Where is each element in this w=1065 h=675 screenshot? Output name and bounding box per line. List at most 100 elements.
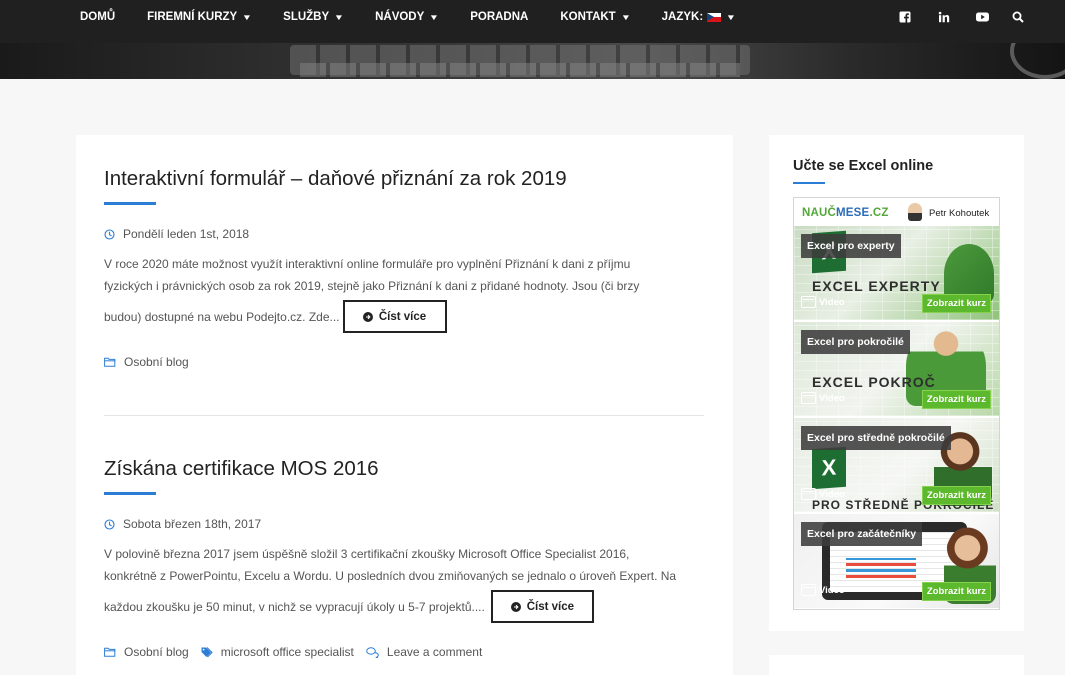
sidebar-title: Učte se Excel online bbox=[793, 158, 934, 174]
video-badge: Video bbox=[801, 488, 845, 500]
course-card-zacatecniky[interactable]: Excel pro začátečníky Video Zobrazit kur… bbox=[794, 514, 999, 608]
naucmese-logo[interactable]: NAUČMESE.CZ bbox=[802, 207, 889, 219]
nav-label: KONTAKT bbox=[560, 11, 616, 23]
course-label: Excel pro středně pokročilé bbox=[801, 426, 951, 450]
post-title[interactable]: Získána certifikace MOS 2016 bbox=[104, 457, 704, 481]
tag-label: microsoft office specialist bbox=[220, 645, 354, 659]
main-menu: DOMŮ FIREMNÍ KURZY ▼ SLUŽBY ▼ NÁVODY ▼ PORA… bbox=[80, 0, 767, 34]
nav-item-firemni-kurzy[interactable]: FIREMNÍ KURZY ▼ bbox=[147, 11, 253, 23]
nav-item-kontakt[interactable]: KONTAKT ▼ bbox=[560, 11, 631, 23]
title-underline bbox=[104, 492, 156, 495]
excerpt-line: každou zkoušku je 50 minut, v nichž se v… bbox=[104, 599, 485, 614]
course-label: Excel pro pokročilé bbox=[801, 330, 910, 354]
post-excerpt: V roce 2020 máte možnost využít interakt… bbox=[104, 254, 704, 297]
nav-label: DOMŮ bbox=[80, 11, 116, 23]
nav-label: FIREMNÍ KURZY bbox=[147, 11, 238, 23]
nav-item-navody[interactable]: NÁVODY ▼ bbox=[375, 11, 440, 23]
folder-icon bbox=[104, 647, 116, 657]
sidebar-widget: Učte se Excel online NAUČMESE.CZ Petr Ko… bbox=[769, 135, 1024, 631]
title-underline bbox=[104, 202, 156, 205]
show-course-button[interactable]: Zobrazit kurz bbox=[921, 582, 991, 601]
video-icon bbox=[801, 392, 816, 404]
nav-item-sluzby[interactable]: SLUŽBY ▼ bbox=[283, 11, 345, 23]
clock-icon bbox=[104, 228, 115, 240]
blog-post: Získána certifikace MOS 2016 Sobota břez… bbox=[104, 457, 704, 659]
post-comment-link[interactable]: Leave a comment bbox=[366, 645, 482, 659]
post-excerpt: V polovině března 2017 jsem úspěšně slož… bbox=[104, 544, 704, 587]
search-icon[interactable] bbox=[1012, 11, 1024, 23]
clock-icon bbox=[104, 518, 115, 530]
chevron-down-icon: ▼ bbox=[242, 12, 253, 22]
tags-icon bbox=[201, 646, 213, 657]
show-course-button[interactable]: Zobrazit kurz bbox=[921, 486, 991, 505]
chevron-down-icon: ▼ bbox=[429, 12, 440, 22]
coffee-cup-image bbox=[1010, 43, 1065, 79]
nav-item-domu[interactable]: DOMŮ bbox=[80, 11, 115, 23]
blog-post-list: Interaktivní formulář – daňové přiznání … bbox=[76, 135, 733, 675]
czech-flag-icon bbox=[707, 12, 722, 22]
post-category[interactable]: Osobní blog bbox=[104, 645, 189, 659]
comments-icon bbox=[366, 646, 379, 658]
post-footer-meta: Osobní blog bbox=[104, 355, 704, 369]
post-footer-meta: Osobní blog microsoft office specialist … bbox=[104, 645, 704, 659]
read-more-label: Číst více bbox=[526, 600, 575, 613]
chevron-down-icon: ▼ bbox=[620, 12, 631, 22]
video-icon bbox=[801, 584, 816, 596]
course-banner-text: EXCEL EXPERTY bbox=[812, 278, 941, 294]
youtube-icon[interactable] bbox=[976, 11, 989, 23]
blog-post: Interaktivní formulář – daňové přiznání … bbox=[104, 167, 704, 369]
video-badge: Video bbox=[801, 296, 845, 308]
post-date-text: Pondělí leden 1st, 2018 bbox=[123, 227, 250, 241]
video-badge: Video bbox=[801, 392, 845, 404]
hero-banner-image bbox=[0, 43, 1065, 79]
nav-item-language[interactable]: JAZYK: ▼ bbox=[661, 11, 737, 23]
post-category[interactable]: Osobní blog bbox=[104, 355, 189, 369]
video-badge: Video bbox=[801, 584, 845, 596]
excerpt-line: budou) dostupné na webu Podejto.cz. Zde.… bbox=[104, 309, 340, 324]
show-course-button[interactable]: Zobrazit kurz bbox=[921, 294, 991, 313]
course-banner-text: EXCEL POKROČ bbox=[812, 374, 936, 390]
post-date: Sobota březen 18th, 2017 bbox=[104, 517, 704, 531]
post-title[interactable]: Interaktivní formulář – daňové přiznání … bbox=[104, 167, 704, 191]
read-more-label: Číst více bbox=[378, 310, 427, 323]
chevron-down-icon: ▼ bbox=[725, 12, 737, 22]
post-tag[interactable]: microsoft office specialist bbox=[201, 645, 354, 659]
excel-logo-icon: X bbox=[812, 446, 846, 490]
show-course-button[interactable]: Zobrazit kurz bbox=[921, 390, 991, 409]
keyboard-image-row bbox=[300, 63, 740, 77]
arrow-right-circle-icon bbox=[510, 601, 521, 612]
video-icon bbox=[801, 488, 816, 500]
video-icon bbox=[801, 296, 816, 308]
category-label: Osobní blog bbox=[124, 355, 189, 369]
language-label: JAZYK: bbox=[661, 11, 704, 23]
arrow-right-circle-icon bbox=[362, 311, 373, 322]
chart-graphic bbox=[846, 558, 916, 578]
nav-item-poradna[interactable]: PORADNA bbox=[470, 11, 528, 23]
nav-label: NÁVODY bbox=[375, 11, 425, 23]
excerpt-line: konkrétně z PowerPointu, Excelu a Wordu.… bbox=[104, 568, 677, 583]
excerpt-line: V polovině března 2017 jsem úspěšně slož… bbox=[104, 547, 630, 561]
author-avatar bbox=[908, 203, 922, 221]
course-label: Excel pro začátečníky bbox=[801, 522, 923, 546]
sidebar-widget-2 bbox=[769, 655, 1024, 675]
excerpt-line: fyzických i právnických osob za rok 2019… bbox=[104, 278, 640, 293]
linkedin-icon[interactable] bbox=[938, 11, 950, 23]
category-label: Osobní blog bbox=[124, 645, 189, 659]
facebook-icon[interactable] bbox=[899, 11, 911, 23]
read-more-button[interactable]: Číst více bbox=[490, 590, 594, 623]
course-card-stredne-pokrocile[interactable]: X PRO STŘEDNĚ POKROČILÉ Excel pro středn… bbox=[794, 418, 999, 512]
folder-icon bbox=[104, 357, 116, 367]
post-date: Pondělí leden 1st, 2018 bbox=[104, 227, 704, 241]
comment-label: Leave a comment bbox=[386, 645, 483, 659]
sidebar-title-underline bbox=[793, 182, 825, 184]
author-name: Petr Kohoutek bbox=[929, 208, 990, 219]
read-more-button[interactable]: Číst více bbox=[342, 300, 447, 333]
course-label: Excel pro experty bbox=[801, 234, 901, 258]
post-divider bbox=[104, 415, 704, 416]
chevron-down-icon: ▼ bbox=[333, 12, 345, 22]
nav-label: PORADNA bbox=[470, 11, 529, 23]
nav-label: SLUŽBY bbox=[283, 11, 330, 23]
course-card-experty[interactable]: X EXCEL EXPERTY Excel pro experty Video … bbox=[794, 226, 999, 320]
course-card-pokrocile[interactable]: EXCEL POKROČ Excel pro pokročilé Video Z… bbox=[794, 322, 999, 416]
excerpt-line: V roce 2020 máte možnost využít interakt… bbox=[104, 257, 631, 271]
